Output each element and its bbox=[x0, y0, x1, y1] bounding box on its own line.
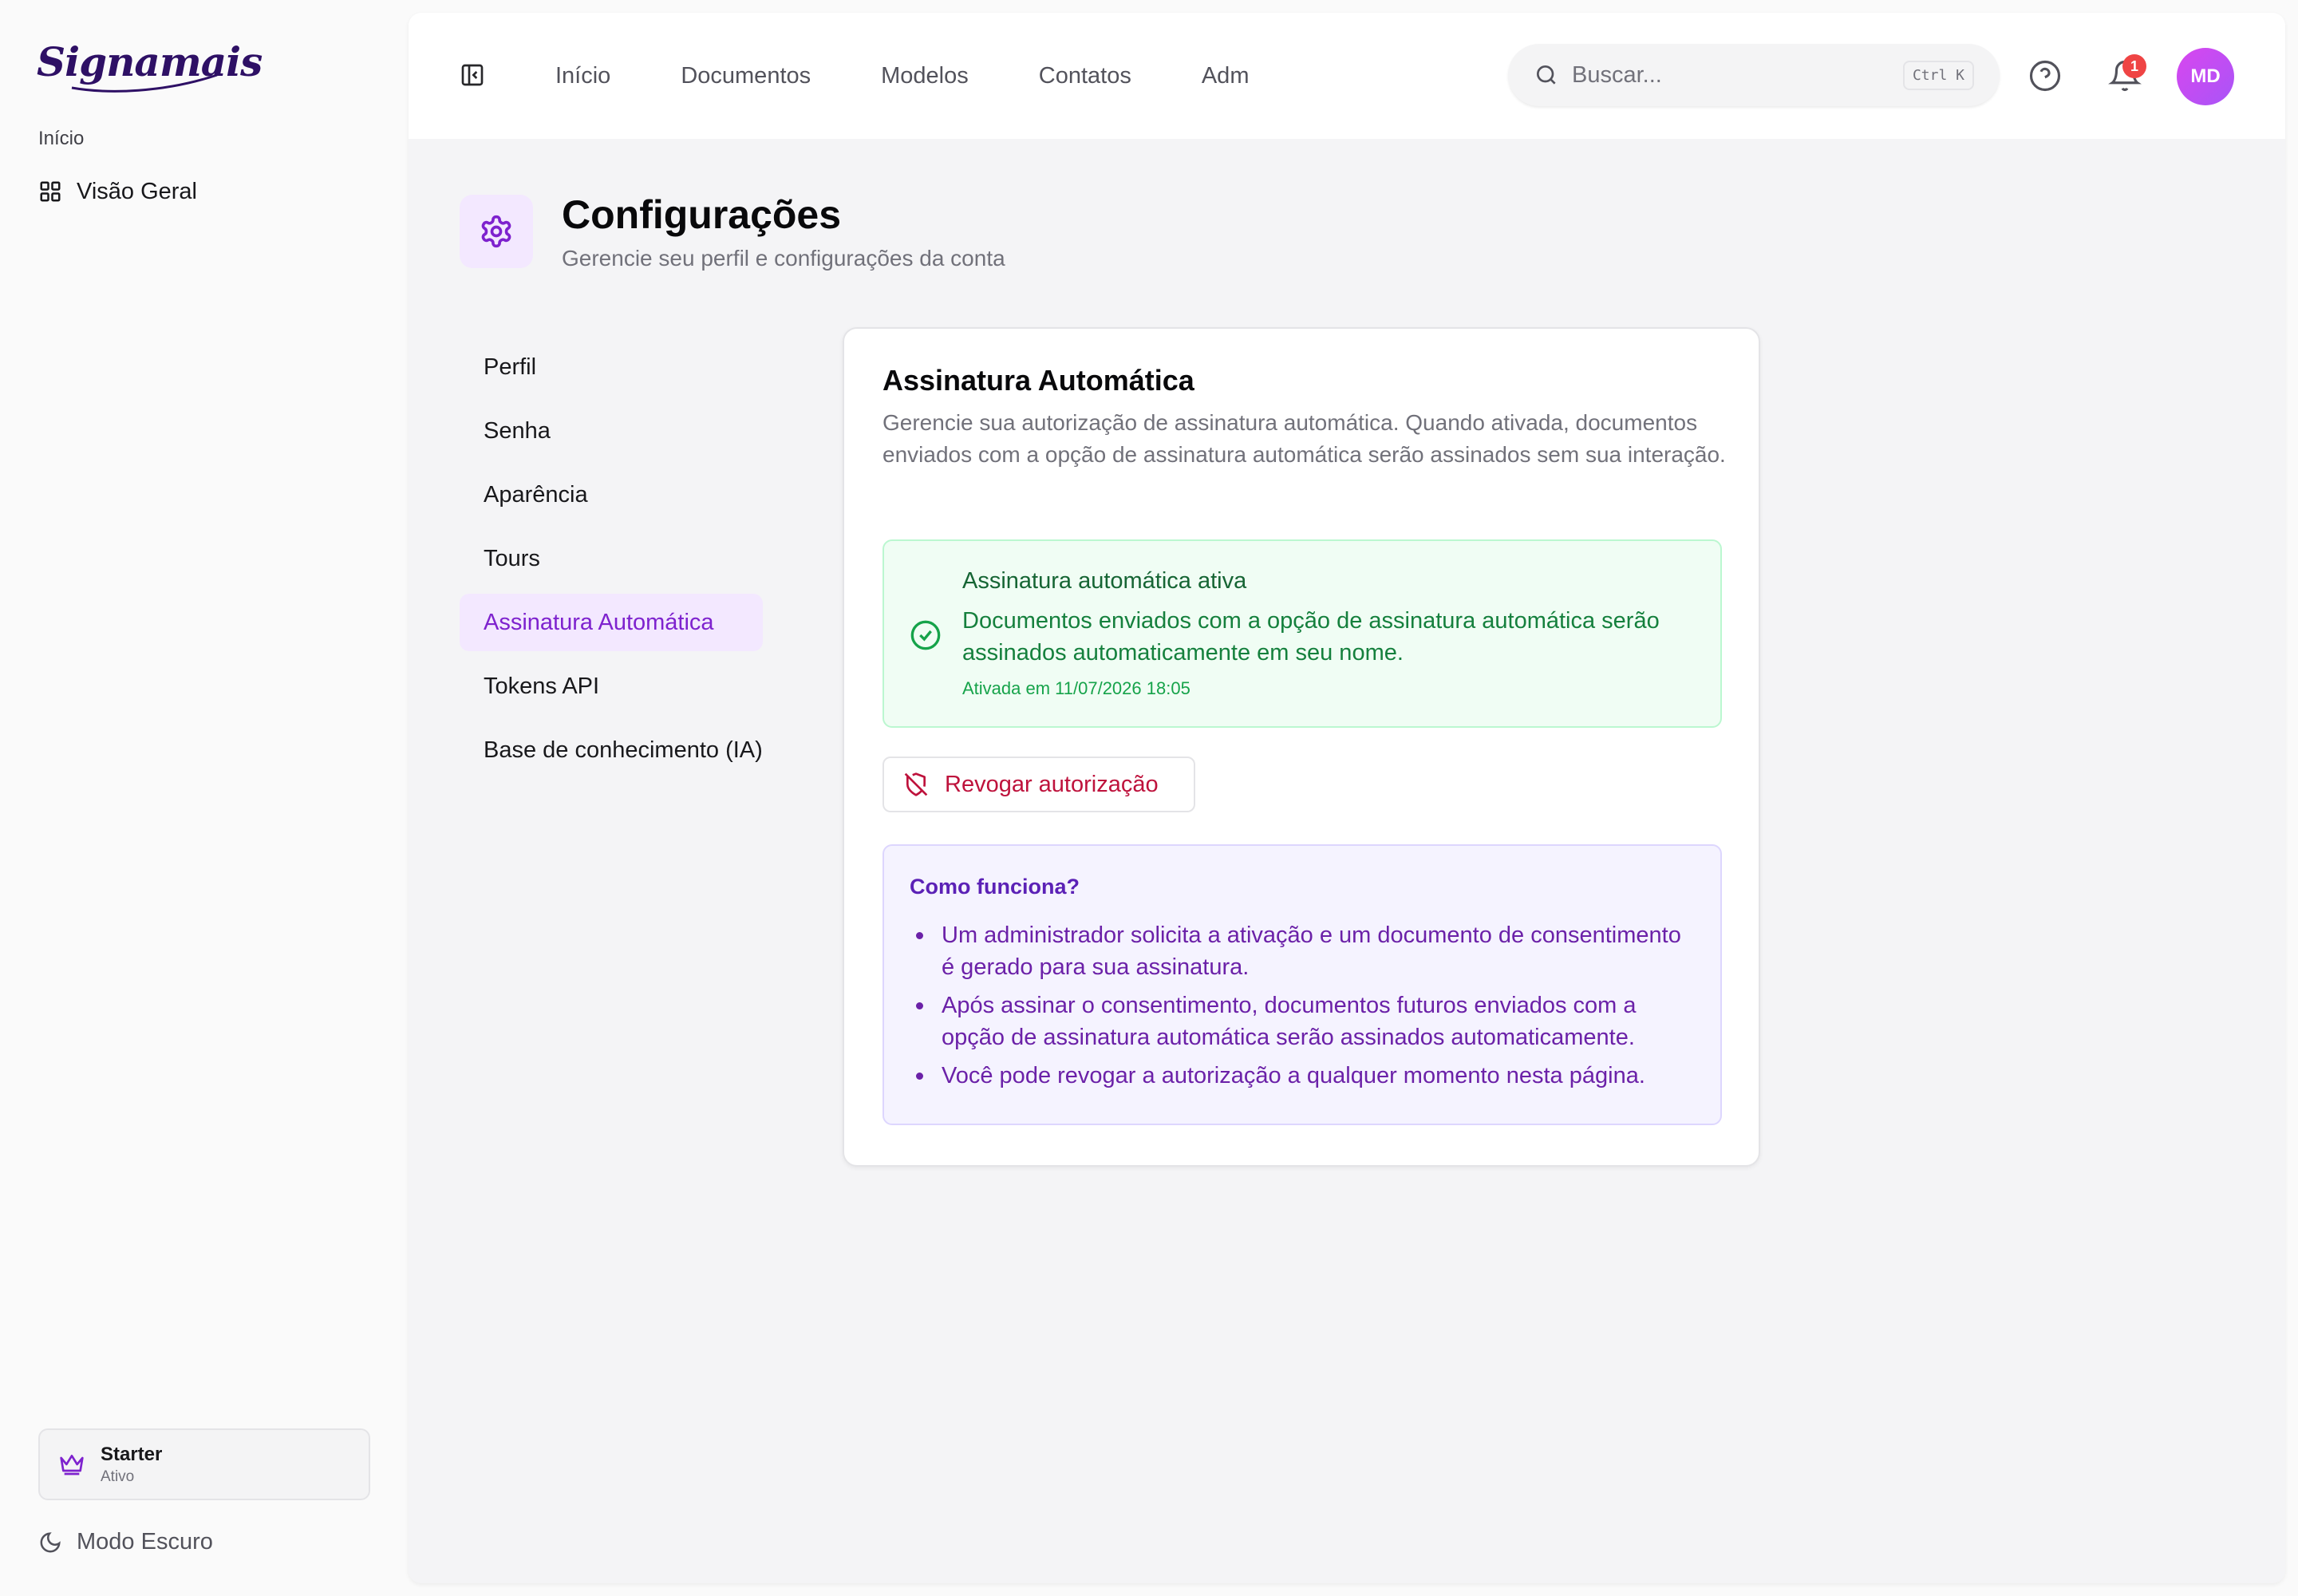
nav-modelos[interactable]: Modelos bbox=[881, 63, 969, 89]
status-title: Assinatura automática ativa bbox=[962, 568, 1247, 594]
settings-tab-aparencia[interactable]: Aparência bbox=[460, 466, 795, 523]
settings-tab-tours[interactable]: Tours bbox=[460, 530, 795, 587]
page-icon bbox=[460, 195, 533, 268]
settings-tab-tokens-api[interactable]: Tokens API bbox=[460, 658, 795, 715]
logo-swash-icon bbox=[71, 73, 218, 93]
brand-logo[interactable]: Signamais bbox=[37, 38, 263, 94]
info-box: Como funciona? Um administrador solicita… bbox=[882, 844, 1722, 1125]
info-item: Um administrador solicita a ativação e u… bbox=[910, 919, 1692, 983]
info-item: Você pode revogar a autorização a qualqu… bbox=[910, 1060, 1692, 1092]
nav-documentos[interactable]: Documentos bbox=[681, 63, 811, 89]
info-item: Após assinar o consentimento, documentos… bbox=[910, 990, 1692, 1053]
info-list: Um administrador solicita a ativação e u… bbox=[910, 919, 1692, 1098]
card-description: Gerencie sua autorização de assinatura a… bbox=[882, 410, 1726, 467]
revoke-button-label: Revogar autorização bbox=[945, 771, 1159, 797]
settings-tab-perfil[interactable]: Perfil bbox=[460, 338, 795, 396]
status-alert: Assinatura automática ativa Documentos e… bbox=[882, 539, 1722, 728]
settings-tab-assinatura-automatica[interactable]: Assinatura Automática bbox=[460, 594, 763, 651]
grid-icon bbox=[40, 181, 61, 202]
page-subtitle: Gerencie seu perfil e configurações da c… bbox=[562, 246, 1005, 271]
revoke-button[interactable]: Revogar autorização bbox=[882, 757, 1195, 812]
page-title: Configurações bbox=[562, 192, 842, 237]
settings-nav: Perfil Senha Aparência Tours Assinatura … bbox=[460, 338, 795, 785]
main-panel: Início Documentos Modelos Contatos Adm B… bbox=[409, 13, 2285, 1583]
plan-name: Starter bbox=[101, 1443, 163, 1465]
plan-status: Ativo bbox=[101, 1468, 135, 1485]
panel-left-icon bbox=[461, 64, 484, 86]
sidebar-toggle-button[interactable] bbox=[460, 62, 485, 88]
search-shortcut: Ctrl K bbox=[1902, 60, 1974, 90]
dark-mode-label: Modo Escuro bbox=[77, 1529, 213, 1555]
check-circle-icon bbox=[910, 620, 941, 650]
help-button[interactable] bbox=[2028, 59, 2062, 93]
sidebar: Signamais Início Visão Geral Starter Ati… bbox=[0, 0, 407, 1596]
gear-icon bbox=[481, 215, 511, 248]
shield-off-icon bbox=[904, 772, 928, 796]
search-icon bbox=[1537, 65, 1556, 85]
status-text: Documentos enviados com a opção de assin… bbox=[962, 608, 1660, 666]
dark-mode-toggle[interactable]: Modo Escuro bbox=[38, 1529, 213, 1555]
nav-inicio[interactable]: Início bbox=[555, 63, 610, 89]
avatar[interactable]: MD bbox=[2177, 48, 2234, 105]
search-input[interactable]: Buscar... Ctrl K bbox=[1508, 44, 2000, 106]
sidebar-item-visao-geral[interactable]: Visão Geral bbox=[38, 176, 197, 207]
settings-tab-base-conhecimento[interactable]: Base de conhecimento (IA) bbox=[460, 721, 795, 779]
moon-icon bbox=[40, 1531, 61, 1552]
card-title: Assinatura Automática bbox=[882, 364, 1194, 397]
topbar: Início Documentos Modelos Contatos Adm B… bbox=[409, 13, 2285, 139]
search-placeholder: Buscar... bbox=[1572, 61, 1662, 88]
nav-contatos[interactable]: Contatos bbox=[1039, 63, 1131, 89]
settings-tab-senha[interactable]: Senha bbox=[460, 402, 795, 460]
nav-adm[interactable]: Adm bbox=[1202, 63, 1250, 89]
notification-badge: 1 bbox=[2122, 54, 2146, 78]
auto-sign-card: Assinatura Automática Gerencie sua autor… bbox=[843, 327, 1760, 1167]
status-date: Ativada em 11/07/2026 18:05 bbox=[962, 678, 1190, 698]
sidebar-group-label: Início bbox=[38, 128, 85, 149]
info-title: Como funciona? bbox=[910, 875, 1080, 899]
crown-icon bbox=[60, 1455, 84, 1476]
plan-card[interactable]: Starter Ativo bbox=[38, 1428, 370, 1500]
top-nav: Início Documentos Modelos Contatos Adm bbox=[555, 13, 1249, 139]
help-circle-icon bbox=[2029, 60, 2061, 92]
sidebar-item-label: Visão Geral bbox=[77, 178, 197, 204]
